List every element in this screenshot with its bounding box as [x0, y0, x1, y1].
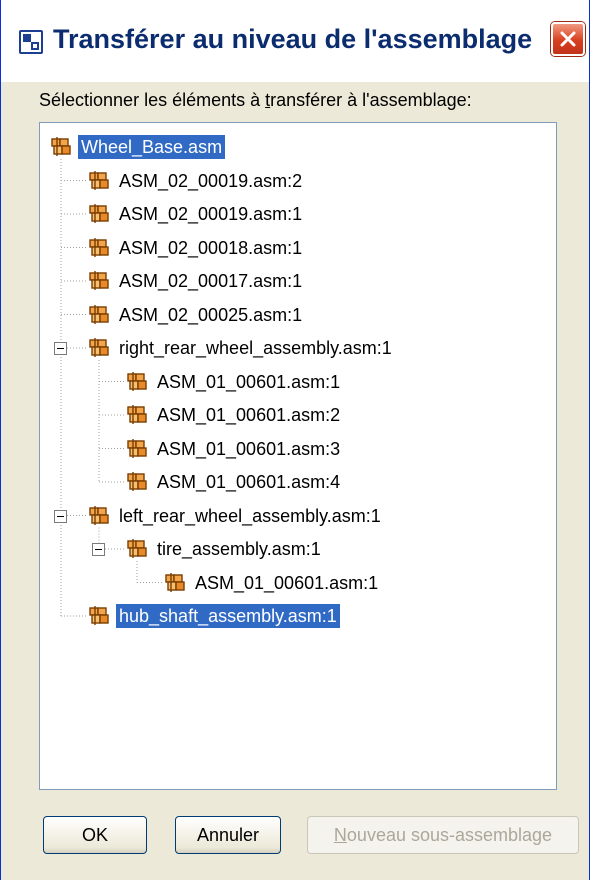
collapse-toggle-icon[interactable] [92, 543, 105, 556]
assembly-icon [127, 438, 147, 458]
tree-node-label: right_rear_wheel_assembly.asm:1 [119, 338, 392, 358]
title-bar[interactable]: Transférer au niveau de l'assemblage [1, 0, 589, 82]
new-subassembly-button[interactable]: Nouveau sous-assemblage [307, 816, 579, 854]
tree-node-label: ASM_01_00601.asm:3 [157, 438, 341, 459]
tree-node-label: ASM_02_00017.asm:1 [119, 271, 303, 291]
tree-node-label: left_rear_wheel_assembly.asm:1 [119, 505, 381, 526]
collapse-toggle-icon[interactable] [54, 342, 67, 355]
tree-node-label: ASM_02_00019.asm:1 [119, 204, 303, 224]
tree-node-label: ASM_02_00019.asm:2 [119, 170, 303, 191]
assembly-icon [127, 405, 147, 424]
tree-node[interactable]: ASM_02_00019.asm:2 [88, 167, 305, 195]
tree-node-label: ASM_01_00601.asm:2 [157, 405, 341, 425]
tree-node[interactable]: hub_shaft_assembly.asm:1 [88, 602, 340, 630]
assembly-icon [89, 505, 109, 525]
tree-node-label: ASM_01_00601.asm:4 [157, 472, 341, 492]
tree-node[interactable]: Wheel_Base.asm [50, 133, 226, 161]
tree-node[interactable]: ASM_01_00601.asm:2 [126, 401, 343, 429]
tree-node[interactable]: ASM_01_00601.asm:1 [164, 569, 381, 597]
close-button[interactable] [551, 22, 585, 56]
assembly-icon [89, 606, 109, 625]
tree-node-label: ASM_01_00601.asm:1 [195, 572, 379, 593]
tree-node-label: hub_shaft_assembly.asm:1 [116, 604, 340, 628]
tree-node[interactable]: tire_assembly.asm:1 [126, 535, 324, 563]
tree-node[interactable]: ASM_02_00018.asm:1 [88, 234, 305, 262]
assembly-icon [89, 237, 109, 257]
tree-node-label: Wheel_Base.asm [78, 135, 226, 159]
instruction-label: Sélectionner les éléments à transférer à… [39, 90, 472, 110]
cancel-button[interactable]: Annuler [175, 816, 281, 854]
assembly-icon [51, 137, 71, 156]
dialog-app-icon [19, 30, 43, 54]
tree-node[interactable]: ASM_02_00019.asm:1 [88, 200, 305, 228]
assembly-icon [89, 170, 109, 190]
assembly-icon [127, 371, 147, 391]
assembly-icon [89, 304, 109, 324]
assembly-icon [127, 539, 147, 558]
tree-node-label: ASM_01_00601.asm:1 [157, 371, 341, 392]
ok-button[interactable]: OK [43, 816, 147, 854]
tree-node[interactable]: ASM_01_00601.asm:3 [126, 435, 343, 463]
tree-node[interactable]: ASM_02_00017.asm:1 [88, 267, 305, 295]
assembly-icon [89, 338, 109, 357]
assembly-tree[interactable]: Wheel_Base.asm ASM_02_00019.asm:2 ASM_02_0… [39, 122, 557, 790]
tree-node[interactable]: left_rear_wheel_assembly.asm:1 [88, 502, 384, 530]
assembly-icon [127, 472, 147, 491]
tree-node[interactable]: ASM_01_00601.asm:1 [126, 368, 343, 396]
tree-node[interactable]: ASM_01_00601.asm:4 [126, 468, 343, 496]
collapse-toggle-icon[interactable] [54, 509, 67, 523]
dialog-window: Transférer au niveau de l'assemblage Sél… [0, 0, 590, 880]
dialog-title: Transférer au niveau de l'assemblage [53, 24, 533, 54]
tree-node-label: tire_assembly.asm:1 [157, 539, 321, 559]
assembly-icon [89, 271, 109, 290]
tree-node-label: ASM_02_00018.asm:1 [119, 237, 303, 258]
tree-node[interactable]: right_rear_wheel_assembly.asm:1 [88, 334, 395, 362]
assembly-icon [89, 204, 109, 223]
assembly-icon [165, 572, 185, 592]
tree-node-label: ASM_02_00025.asm:1 [119, 304, 303, 325]
close-icon [560, 31, 576, 47]
tree-node[interactable]: ASM_02_00025.asm:1 [88, 301, 305, 329]
